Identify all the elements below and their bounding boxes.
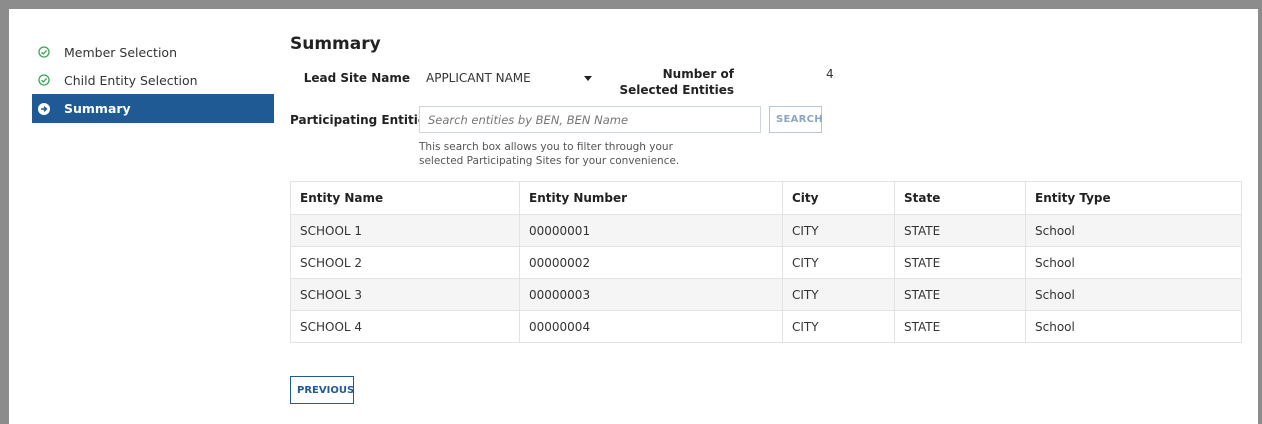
cell-entity-type: School	[1025, 246, 1242, 279]
cell-state: STATE	[894, 310, 1026, 343]
cell-entity-number: 00000004	[519, 310, 783, 343]
selected-count-value: 4	[826, 67, 834, 81]
search-button[interactable]: SEARCH	[769, 106, 823, 133]
chevron-down-icon	[584, 76, 592, 81]
cell-entity-type: School	[1025, 278, 1242, 311]
step-label: Child Entity Selection	[64, 72, 198, 88]
cell-state: STATE	[894, 278, 1026, 311]
page-title: Summary	[290, 34, 381, 54]
cell-city: CITY	[782, 310, 895, 343]
cell-entity-name: SCHOOL 3	[290, 278, 520, 311]
window-frame-top	[0, 0, 1262, 9]
cell-entity-type: School	[1025, 214, 1242, 247]
column-header-entity-name[interactable]: Entity Name	[290, 181, 520, 215]
column-header-city[interactable]: City	[782, 181, 895, 215]
lead-site-label: Lead Site Name	[303, 71, 410, 85]
table-row: SCHOOL 1 00000001 CITY STATE School	[290, 214, 1242, 247]
step-label: Summary	[64, 101, 131, 116]
table-row: SCHOOL 2 00000002 CITY STATE School	[290, 246, 1242, 279]
cell-city: CITY	[782, 214, 895, 247]
table-header-row: Entity Name Entity Number City State Ent…	[290, 181, 1242, 215]
table-row: SCHOOL 4 00000004 CITY STATE School	[290, 310, 1242, 343]
column-header-entity-type[interactable]: Entity Type	[1025, 181, 1242, 215]
step-sidebar: Member Selection Child Entity Selection …	[32, 38, 274, 123]
arrow-circle-right-icon	[38, 102, 50, 115]
cell-entity-name: SCHOOL 2	[290, 246, 520, 279]
participating-entities-label: Participating Entities	[290, 113, 434, 127]
cell-entity-type: School	[1025, 310, 1242, 343]
lead-site-select[interactable]: APPLICANT NAME	[418, 64, 604, 92]
cell-state: STATE	[894, 214, 1026, 247]
cell-city: CITY	[782, 246, 895, 279]
table-row: SCHOOL 3 00000003 CITY STATE School	[290, 278, 1242, 311]
cell-entity-number: 00000003	[519, 278, 783, 311]
cell-state: STATE	[894, 246, 1026, 279]
cell-entity-name: SCHOOL 1	[290, 214, 520, 247]
column-header-state[interactable]: State	[894, 181, 1026, 215]
cell-entity-name: SCHOOL 4	[290, 310, 520, 343]
cell-entity-number: 00000002	[519, 246, 783, 279]
column-header-entity-number[interactable]: Entity Number	[519, 181, 783, 215]
search-help-text: This search box allows you to filter thr…	[419, 141, 680, 167]
check-circle-icon	[38, 46, 50, 58]
step-member-selection[interactable]: Member Selection	[32, 38, 274, 66]
step-summary[interactable]: Summary	[32, 94, 274, 123]
cell-city: CITY	[782, 278, 895, 311]
selected-count-label: Number of Selected Entities	[619, 67, 734, 97]
window-frame-right	[1258, 0, 1262, 424]
entities-table: Entity Name Entity Number City State Ent…	[290, 181, 1242, 343]
step-label: Member Selection	[64, 44, 177, 60]
step-child-entity-selection[interactable]: Child Entity Selection	[32, 66, 274, 94]
window-frame-left	[0, 0, 9, 424]
check-circle-icon	[38, 74, 50, 86]
cell-entity-number: 00000001	[519, 214, 783, 247]
previous-button[interactable]: PREVIOUS	[290, 376, 354, 404]
lead-site-value: APPLICANT NAME	[426, 71, 531, 85]
entity-search-input[interactable]	[419, 106, 761, 133]
